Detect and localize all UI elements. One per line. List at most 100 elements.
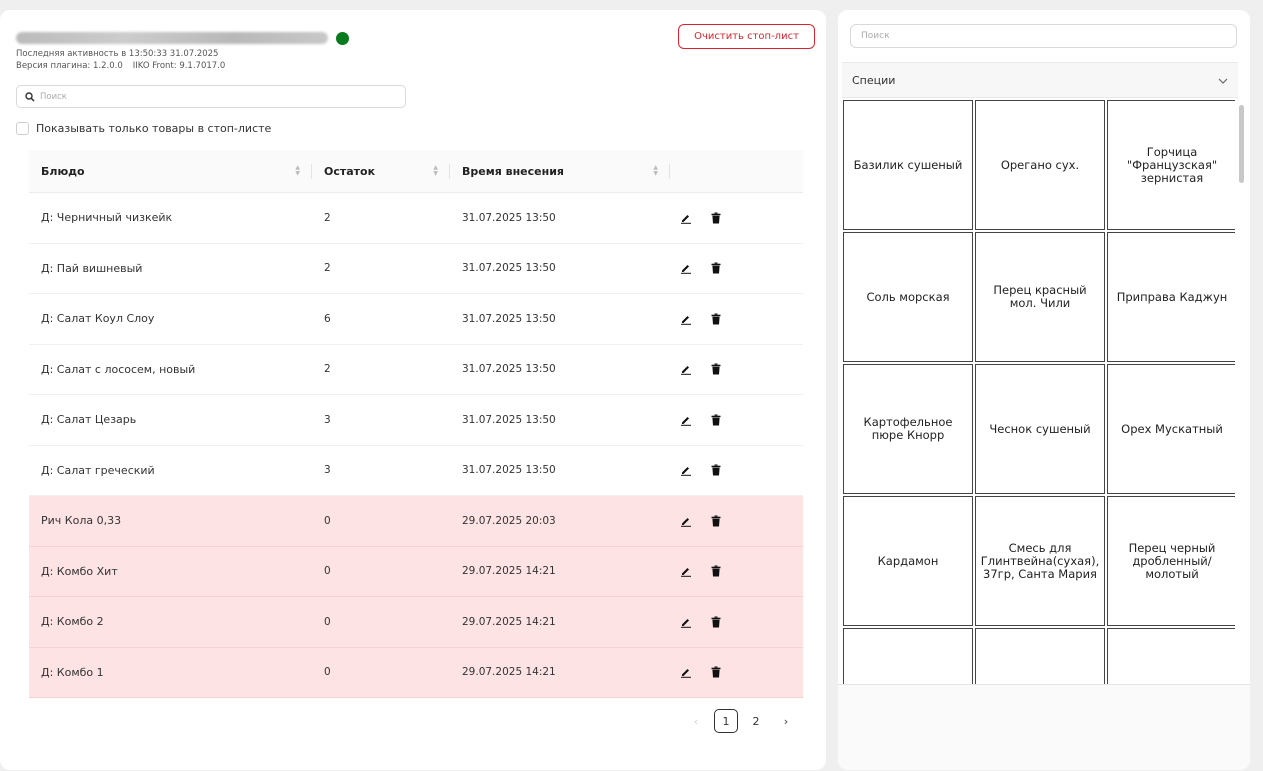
edit-icon[interactable]: [678, 614, 694, 630]
product-tile[interactable]: Приправа Каджун: [1107, 232, 1235, 362]
product-tile[interactable]: Горчица "Французская" зернистая: [1107, 100, 1235, 230]
rest-cell: 0: [324, 615, 331, 628]
product-tile[interactable]: Перец черный дробленный/ молотый: [1107, 496, 1235, 626]
online-status-indicator: [336, 31, 349, 45]
product-tile[interactable]: Перец красный мол. Чили: [975, 232, 1105, 362]
product-grid: Базилик сушеный Орегано сух. Горчица "Фран…: [842, 100, 1235, 684]
delete-icon[interactable]: [708, 462, 724, 478]
product-tile[interactable]: Кориандр: [1107, 628, 1235, 684]
product-tile[interactable]: Картофельное пюре Кнорр: [843, 364, 973, 494]
table-row: Д: Комбо Хит 0 29.07.2025 14:21: [29, 546, 803, 597]
column-header-rest[interactable]: Остаток ▲ ▼: [312, 150, 450, 192]
column-header-time[interactable]: Время внесения ▲ ▼: [450, 150, 670, 192]
delete-icon[interactable]: [708, 311, 724, 327]
product-picker-panel: Специи Базилик сушеныйОрегано сух.Горчиц…: [838, 10, 1250, 770]
delete-icon[interactable]: [708, 412, 724, 428]
stop-list-table: Блюдо ▲ ▼ Остаток ▲ ▼ Время внесения ▲ ▼ Д:…: [29, 150, 803, 698]
table-body: Д: Черничный чизкейк 2 31.07.2025 13:50 Д: …: [29, 193, 803, 698]
dish-name-cell: Д: Комбо 1: [41, 665, 104, 679]
product-search-input[interactable]: [861, 31, 1221, 41]
product-tile[interactable]: Соль морская: [843, 232, 973, 362]
panel-footer: [838, 684, 1250, 770]
edit-icon[interactable]: [678, 311, 694, 327]
page-button-2[interactable]: 2: [744, 709, 768, 733]
search-icon: [25, 87, 35, 106]
dish-name-cell: Д: Комбо Хит: [41, 564, 118, 578]
row-actions: [670, 614, 803, 630]
product-tile[interactable]: Чеснок сушеный: [975, 364, 1105, 494]
time-cell: 29.07.2025 14:21: [462, 615, 556, 628]
sort-icon[interactable]: ▲ ▼: [433, 165, 438, 177]
dish-name-cell: Д: Пай вишневый: [41, 261, 143, 275]
delete-icon[interactable]: [708, 664, 724, 680]
rest-cell: 2: [324, 363, 331, 376]
edit-icon[interactable]: [678, 462, 694, 478]
sort-icon[interactable]: ▲ ▼: [295, 165, 300, 177]
rest-cell: 3: [324, 464, 331, 477]
time-cell: 31.07.2025 13:50: [462, 363, 556, 376]
product-tile[interactable]: [843, 628, 973, 684]
rest-cell: 0: [324, 565, 331, 578]
edit-icon[interactable]: [678, 361, 694, 377]
category-label: Специи: [852, 73, 896, 87]
row-actions: [670, 513, 803, 529]
delete-icon[interactable]: [708, 210, 724, 226]
page-button-1[interactable]: 1: [714, 709, 738, 733]
time-cell: 31.07.2025 13:50: [462, 211, 556, 224]
product-grid-viewport: Базилик сушеный Орегано сух. Горчица "Фран…: [842, 100, 1235, 684]
row-actions: [670, 210, 803, 226]
edit-icon[interactable]: [678, 210, 694, 226]
dish-name-cell: Д: Салат с лососем, новый: [41, 362, 196, 376]
dish-name-cell: Д: Салат Цезарь: [41, 413, 137, 427]
time-cell: 31.07.2025 13:50: [462, 464, 556, 477]
product-tile[interactable]: Кардамон: [843, 496, 973, 626]
sort-icon[interactable]: ▲ ▼: [653, 165, 658, 177]
dish-search-input[interactable]: [40, 91, 380, 102]
delete-icon[interactable]: [708, 513, 724, 529]
table-row: Д: Салат Коул Слоу 6 31.07.2025 13:50: [29, 294, 803, 345]
category-dropdown[interactable]: Специи: [842, 62, 1238, 98]
product-tile[interactable]: Смесь для Глинтвейна(сухая), 37гр, Санта…: [975, 496, 1105, 626]
time-cell: 31.07.2025 13:50: [462, 262, 556, 275]
column-header-dish[interactable]: Блюдо ▲ ▼: [29, 150, 312, 192]
pagination: ‹ 1 2 ›: [684, 709, 798, 733]
table-row: Д: Салат с лососем, новый 2 31.07.2025 13:…: [29, 344, 803, 395]
product-tile[interactable]: Орех Мускатный: [1107, 364, 1235, 494]
row-actions: [670, 260, 803, 276]
delete-icon[interactable]: [708, 563, 724, 579]
product-tile[interactable]: Перец белый: [975, 628, 1105, 684]
edit-icon[interactable]: [678, 563, 694, 579]
edit-icon[interactable]: [678, 412, 694, 428]
iiko-front-version-text: IIKO Front: 9.1.7017.0: [132, 61, 226, 71]
dish-search-box: [16, 85, 406, 108]
delete-icon[interactable]: [708, 614, 724, 630]
stop-only-checkbox[interactable]: [16, 122, 29, 135]
last-activity-text: Последняя активность в 13:50:33 31.07.20…: [16, 49, 219, 59]
product-tile[interactable]: Базилик сушеный: [843, 100, 973, 230]
clear-stop-list-button[interactable]: Очистить стоп-лист: [678, 24, 815, 49]
row-actions: [670, 563, 803, 579]
edit-icon[interactable]: [678, 664, 694, 680]
delete-icon[interactable]: [708, 361, 724, 377]
product-grid-scrollbar[interactable]: [1238, 100, 1244, 684]
next-page-button[interactable]: ›: [774, 709, 798, 733]
stop-only-filter[interactable]: Показывать только товары в стоп-листе: [16, 122, 271, 135]
row-actions: [670, 664, 803, 680]
dish-name-cell: Д: Комбо 2: [41, 615, 104, 629]
delete-icon[interactable]: [708, 260, 724, 276]
row-actions: [670, 412, 803, 428]
scrollbar-thumb[interactable]: [1239, 105, 1244, 183]
product-tile[interactable]: Орегано сух.: [975, 100, 1105, 230]
dish-name-cell: Д: Салат Коул Слоу: [41, 312, 155, 326]
version-info: Версия плагина: 1.2.0.0 IIKO Front: 9.1.7…: [16, 61, 225, 71]
chevron-down-icon: [1218, 74, 1228, 87]
time-cell: 29.07.2025 14:21: [462, 666, 556, 679]
terminal-name-blurred: [16, 32, 328, 44]
dish-name-cell: Рич Кола 0,33: [41, 514, 122, 528]
time-cell: 29.07.2025 20:03: [462, 514, 556, 527]
row-actions: [670, 462, 803, 478]
edit-icon[interactable]: [678, 260, 694, 276]
edit-icon[interactable]: [678, 513, 694, 529]
rest-cell: 6: [324, 312, 331, 325]
prev-page-button[interactable]: ‹: [684, 709, 708, 733]
